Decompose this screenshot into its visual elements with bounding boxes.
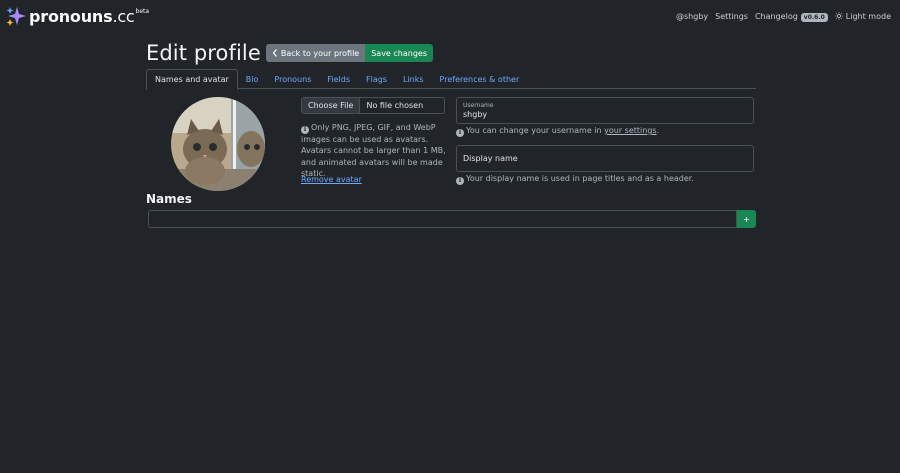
settings-link[interactable]: Settings bbox=[715, 12, 748, 21]
kitten-avatar-image bbox=[171, 97, 265, 191]
tab-preferences[interactable]: Preferences & other bbox=[432, 69, 528, 89]
display-name-field[interactable]: Display name bbox=[456, 145, 754, 172]
username-help: i You can change your username in your se… bbox=[456, 126, 659, 137]
chevron-left-icon bbox=[272, 49, 277, 57]
tab-names-and-avatar[interactable]: Names and avatar bbox=[146, 69, 238, 90]
names-heading: Names bbox=[146, 192, 192, 206]
navbar: pronouns.cc beta @shgby Settings Changel… bbox=[0, 0, 900, 32]
tab-pronouns[interactable]: Pronouns bbox=[266, 69, 319, 89]
brand-name: pronouns.cc bbox=[29, 6, 135, 26]
choose-file-button[interactable]: Choose File bbox=[302, 98, 361, 113]
page-header: Edit profile Back to your profile Save c… bbox=[146, 41, 434, 65]
info-icon: i bbox=[456, 177, 464, 185]
username-label: Username bbox=[463, 102, 494, 109]
beta-label: beta bbox=[135, 8, 150, 15]
theme-toggle-button[interactable]: Light mode bbox=[835, 12, 891, 21]
changelog-link[interactable]: Changelog v0.6.0 bbox=[755, 12, 828, 22]
avatar-help-text: i Only PNG, JPEG, GIF, and WebP images ca… bbox=[301, 123, 446, 178]
version-badge: v0.6.0 bbox=[800, 12, 828, 22]
brand-link[interactable]: pronouns.cc beta bbox=[6, 6, 149, 26]
new-name-input[interactable] bbox=[148, 210, 737, 228]
nav-links: @shgby Settings Changelog v0.6.0 Light mo… bbox=[676, 12, 891, 22]
tab-flags[interactable]: Flags bbox=[358, 69, 395, 89]
remove-avatar-link[interactable]: Remove avatar bbox=[301, 175, 362, 184]
username-value: shgby bbox=[463, 110, 488, 119]
page-title: Edit profile bbox=[146, 41, 261, 65]
back-to-profile-button[interactable]: Back to your profile bbox=[265, 44, 366, 62]
avatar bbox=[171, 97, 265, 191]
profile-tabs: Names and avatar Bio Pronouns Fields Fla… bbox=[146, 69, 756, 90]
display-name-placeholder: Display name bbox=[463, 154, 518, 163]
user-profile-link[interactable]: @shgby bbox=[676, 12, 708, 21]
sun-icon bbox=[835, 12, 843, 20]
avatar-file-input[interactable]: Choose File No file chosen bbox=[301, 97, 445, 114]
file-status: No file chosen bbox=[366, 101, 424, 110]
info-icon: i bbox=[456, 129, 464, 137]
add-name-button[interactable]: + bbox=[737, 210, 756, 228]
username-field[interactable]: Username shgby bbox=[456, 97, 754, 124]
tab-fields[interactable]: Fields bbox=[319, 69, 358, 89]
tab-bio[interactable]: Bio bbox=[238, 69, 267, 89]
settings-inline-link[interactable]: your settings bbox=[604, 126, 656, 135]
info-icon: i bbox=[301, 126, 309, 134]
sparkles-logo-icon bbox=[6, 7, 26, 26]
display-name-help: i Your display name is used in page title… bbox=[456, 174, 694, 185]
tab-links[interactable]: Links bbox=[395, 69, 432, 89]
save-changes-button[interactable]: Save changes bbox=[365, 44, 434, 62]
